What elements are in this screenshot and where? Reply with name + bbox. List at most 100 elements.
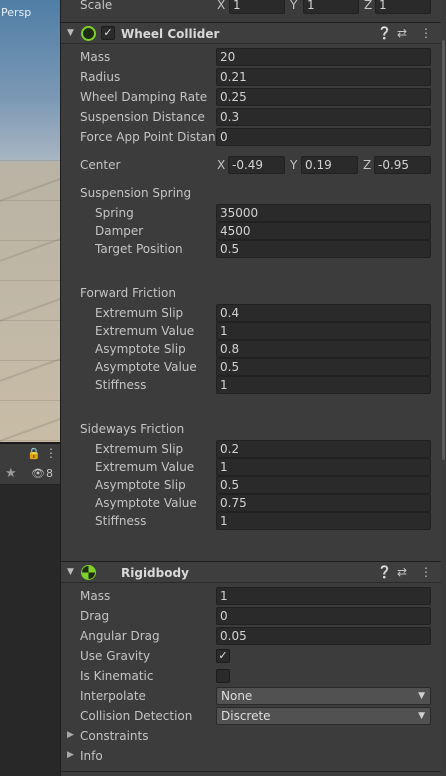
chevron-down-icon: ▼ — [418, 711, 425, 721]
wheel-collider-header[interactable]: ▼ ✓ Wheel Collider ❔ ⇄ ⋮ — [61, 22, 446, 44]
ff-asymptote-slip-row: Asymptote Slip 0.8 — [61, 339, 446, 359]
scrollbar-thumb[interactable] — [442, 40, 445, 460]
sf-asymptote-value-field[interactable]: 0.75 — [216, 494, 431, 512]
ff-asymptote-value-row: Asymptote Value 0.5 — [61, 357, 446, 377]
ff-extremum-slip-field[interactable]: 0.4 — [216, 304, 431, 322]
wc-radius-row: Radius 0.21 — [61, 67, 446, 87]
field-label: Asymptote Slip — [95, 478, 186, 492]
field-label: Extremum Slip — [95, 442, 184, 456]
collision-detection-dropdown[interactable]: Discrete ▼ — [216, 707, 431, 725]
sf-stiffness-field[interactable]: 1 — [216, 512, 431, 530]
ff-asymptote-slip-field[interactable]: 0.8 — [216, 340, 431, 358]
constraints-label[interactable]: Constraints — [80, 729, 148, 743]
presets-icon[interactable]: ⇄ — [397, 565, 407, 579]
wc-damping-field[interactable]: 0.25 — [216, 88, 431, 106]
field-label: Extremum Slip — [95, 306, 184, 320]
rb-angular-drag-field[interactable]: 0.05 — [216, 627, 431, 645]
center-y-label: Y — [290, 158, 298, 172]
damper-field[interactable]: 4500 — [216, 222, 431, 240]
star-icon[interactable]: ★ — [5, 466, 17, 481]
rb-drag-field[interactable]: 0 — [216, 607, 431, 625]
scene-view[interactable]: Persp — [0, 0, 60, 442]
scale-x-field[interactable]: 1 — [229, 0, 285, 14]
sf-asymptote-slip-field[interactable]: 0.5 — [216, 476, 431, 494]
help-icon[interactable]: ❔ — [377, 26, 392, 40]
sf-asymptote-value-row: Asymptote Value 0.75 — [61, 493, 446, 513]
field-label: Spring — [95, 206, 134, 220]
ff-stiffness-row: Stiffness 1 — [61, 375, 446, 395]
kebab-menu-icon[interactable]: ⋮ — [420, 565, 432, 579]
center-x-field[interactable]: -0.49 — [228, 156, 285, 174]
field-label: Stiffness — [95, 378, 147, 392]
rb-mass-field[interactable]: 1 — [216, 587, 431, 605]
scale-z-field[interactable]: 1 — [375, 0, 431, 14]
rigidbody-icon — [81, 565, 96, 580]
rb-constraints-foldout[interactable]: ▶ Constraints — [61, 726, 446, 746]
collision-detection-value: Discrete — [221, 709, 271, 723]
ff-asymptote-value-field[interactable]: 0.5 — [216, 358, 431, 376]
rb-info-foldout[interactable]: ▶ Info — [61, 746, 446, 766]
sf-extremum-slip-row: Extremum Slip 0.2 — [61, 439, 446, 459]
chevron-right-icon[interactable]: ▶ — [67, 730, 74, 740]
field-label: Drag — [80, 609, 110, 623]
field-label: Asymptote Slip — [95, 342, 186, 356]
chevron-down-icon: ▼ — [418, 691, 425, 701]
rb-use-gravity-row: Use Gravity ✓ — [61, 646, 446, 666]
wc-radius-field[interactable]: 0.21 — [216, 68, 431, 86]
use-gravity-checkbox[interactable]: ✓ — [216, 649, 230, 663]
field-label: Center — [80, 158, 121, 172]
left-panel: Persp 🔒 ⋮ ★ 👁 8 — [0, 0, 60, 776]
hierarchy-toolbar: 🔒 ⋮ — [0, 444, 60, 463]
inspector-panel: Scale X 1 Y 1 Z 1 ▼ ✓ Wheel Collider ❔ ⇄… — [61, 0, 446, 776]
wc-force-app-field[interactable]: 0 — [216, 128, 431, 146]
ff-extremum-slip-row: Extremum Slip 0.4 — [61, 303, 446, 323]
rb-collision-detection-row: Collision Detection Discrete ▼ — [61, 706, 446, 726]
sf-extremum-value-field[interactable]: 1 — [216, 458, 431, 476]
field-label: Wheel Damping Rate — [80, 90, 208, 104]
ff-stiffness-field[interactable]: 1 — [216, 376, 431, 394]
scale-y-label: Y — [290, 0, 298, 12]
field-label: Extremum Value — [95, 460, 195, 474]
rb-mass-row: Mass 1 — [61, 586, 446, 606]
sf-extremum-slip-field[interactable]: 0.2 — [216, 440, 431, 458]
foldout-arrow-icon[interactable]: ▼ — [67, 567, 74, 577]
field-label: Use Gravity — [80, 649, 151, 663]
wheel-collider-enabled-checkbox[interactable]: ✓ — [101, 26, 115, 40]
is-kinematic-checkbox[interactable] — [216, 669, 230, 683]
rigidbody-header[interactable]: ▼ Rigidbody ❔ ⇄ ⋮ — [61, 561, 446, 583]
kebab-menu-icon[interactable]: ⋮ — [45, 446, 57, 460]
field-label: Angular Drag — [80, 629, 160, 643]
field-label: Asymptote Value — [95, 496, 197, 510]
scale-y-field[interactable]: 1 — [303, 0, 359, 14]
chevron-right-icon[interactable]: ▶ — [67, 750, 74, 760]
center-y-field[interactable]: 0.19 — [301, 156, 358, 174]
rb-angular-drag-row: Angular Drag 0.05 — [61, 626, 446, 646]
field-label: Mass — [80, 50, 111, 64]
inspector-scrollbar[interactable] — [441, 0, 446, 776]
scene-ground-grid — [0, 160, 60, 442]
lock-icon[interactable]: 🔒 — [27, 447, 41, 460]
spring-field[interactable]: 35000 — [216, 204, 431, 222]
wc-suspension-distance-field[interactable]: 0.3 — [216, 108, 431, 126]
ff-extremum-value-field[interactable]: 1 — [216, 322, 431, 340]
visible-count: 8 — [46, 467, 53, 480]
kebab-menu-icon[interactable]: ⋮ — [420, 26, 432, 40]
visibility-icon[interactable]: 👁 — [31, 467, 45, 480]
help-icon[interactable]: ❔ — [377, 565, 392, 579]
wc-mass-field[interactable]: 20 — [216, 48, 431, 66]
foldout-arrow-icon[interactable]: ▼ — [67, 28, 74, 38]
wc-force-app-row: Force App Point Distanc 0 — [61, 127, 446, 147]
field-label: Damper — [95, 224, 144, 238]
center-z-field[interactable]: -0.95 — [374, 156, 431, 174]
wc-mass-row: Mass 20 — [61, 47, 446, 67]
wc-damping-row: Wheel Damping Rate 0.25 — [61, 87, 446, 107]
interpolate-dropdown[interactable]: None ▼ — [216, 687, 431, 705]
field-label: Collision Detection — [80, 709, 193, 723]
presets-icon[interactable]: ⇄ — [397, 26, 407, 40]
field-label: Force App Point Distanc — [80, 130, 223, 144]
scale-label: Scale — [80, 0, 113, 12]
scale-x-label: X — [217, 0, 226, 12]
damper-row: Damper 4500 — [61, 221, 446, 241]
info-label[interactable]: Info — [80, 749, 103, 763]
target-position-field[interactable]: 0.5 — [216, 240, 431, 258]
